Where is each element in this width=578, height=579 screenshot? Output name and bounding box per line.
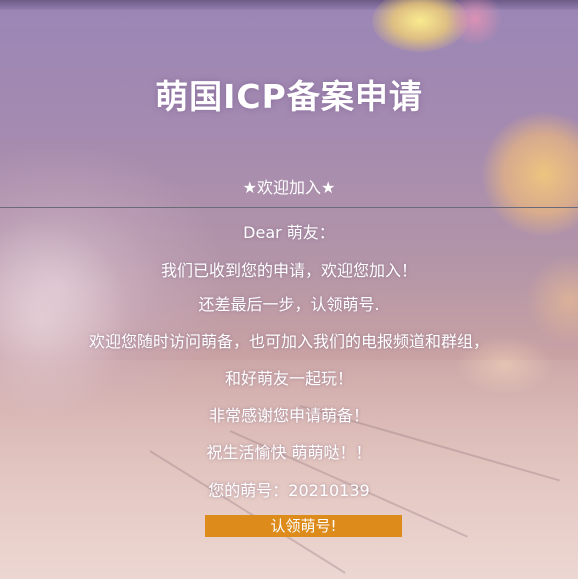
- background-bokeh-light: [372, 0, 468, 52]
- background-bokeh-light: [445, 0, 505, 44]
- background-top-band: [0, 0, 578, 10]
- member-number-line: 您的萌号：20210139: [0, 479, 578, 503]
- message-line: 欢迎您随时访问萌备，也可加入我们的电报频道和群组，: [88, 332, 489, 351]
- message-line: 非常感谢您申请萌备！: [208, 406, 369, 425]
- message-line: 祝生活愉快 萌萌哒！！: [206, 443, 372, 462]
- page-root: 萌国ICP备案申请 ★欢迎加入★ Dear 萌友： 我们已收到您的申请，欢迎您加…: [0, 0, 578, 579]
- background-snowy-road: [0, 360, 578, 579]
- welcome-subtitle: ★欢迎加入★: [242, 178, 336, 197]
- divider: [0, 207, 578, 208]
- message-line: 我们已收到您的申请，欢迎您加入！: [160, 261, 417, 280]
- claim-number-button[interactable]: 认领萌号!: [205, 515, 402, 537]
- page-title: 萌国ICP备案申请: [155, 77, 423, 116]
- member-number-value: 20210139: [288, 481, 370, 500]
- message-line: 还差最后一步，认领萌号.: [198, 295, 380, 314]
- member-number-label: 您的萌号：: [208, 481, 289, 500]
- background-tire-track: [149, 450, 346, 574]
- message-line: 和好萌友一起玩！: [224, 369, 353, 388]
- message-greeting: Dear 萌友：: [243, 223, 335, 242]
